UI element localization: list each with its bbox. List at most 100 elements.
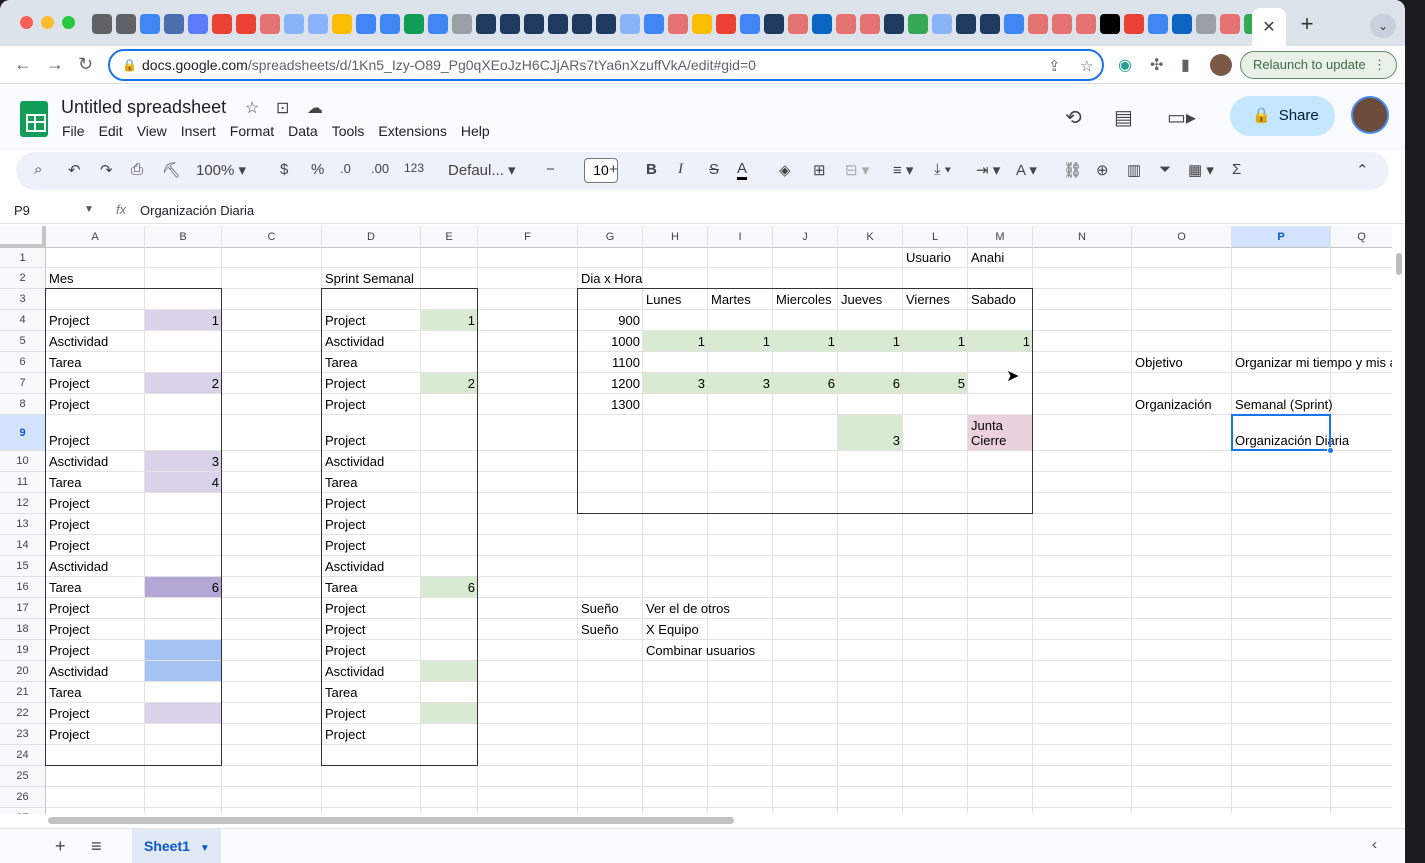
horizontal-scrollbar[interactable] — [48, 817, 734, 824]
star-icon[interactable]: ☆ — [245, 98, 259, 118]
browser-tab-favicon-icon[interactable] — [596, 14, 616, 34]
currency-format-button[interactable]: $ — [280, 161, 288, 178]
sheets-logo-icon[interactable] — [20, 101, 48, 137]
document-title[interactable]: Untitled spreadsheet — [61, 97, 226, 118]
row-header-21[interactable]: 21 — [0, 682, 46, 703]
row-header-3[interactable]: 3 — [0, 289, 46, 310]
browser-tab-favicon-icon[interactable] — [452, 14, 472, 34]
browser-tab-favicon-icon[interactable] — [164, 14, 184, 34]
browser-tab-favicon-icon[interactable] — [92, 14, 112, 34]
menu-file[interactable]: File — [62, 123, 85, 139]
browser-tab-favicon-icon[interactable] — [428, 14, 448, 34]
bookmark-star-icon[interactable]: ☆ — [1080, 57, 1093, 75]
italic-icon[interactable]: I — [678, 161, 683, 178]
column-header-f[interactable]: F — [478, 226, 578, 248]
insert-link-icon[interactable]: ⛓ — [1063, 161, 1082, 179]
add-sheet-icon[interactable]: + — [55, 836, 66, 857]
share-page-icon[interactable]: ⇪ — [1048, 57, 1061, 75]
browser-tab-favicon-icon[interactable] — [620, 14, 640, 34]
spreadsheet-grid[interactable]: A B C D E F G H I J K L M N O P Q 1 2 3 4 5 6 7 8 9 10 11 12 13 14 15 16… — [0, 226, 1392, 814]
column-header-o[interactable]: O — [1132, 226, 1232, 248]
browser-tab-favicon-icon[interactable] — [236, 14, 256, 34]
forward-arrow-icon[interactable]: → — [46, 54, 64, 75]
column-header-e[interactable]: E — [421, 226, 478, 248]
borders-icon[interactable]: ⊞ — [813, 161, 826, 179]
cell-h17[interactable]: Ver el de otros — [643, 601, 733, 616]
row-header-7[interactable]: 7 — [0, 373, 46, 394]
browser-tab-favicon-icon[interactable] — [212, 14, 232, 34]
column-header-n[interactable]: N — [1033, 226, 1132, 248]
row-header-5[interactable]: 5 — [0, 331, 46, 352]
browser-tab-favicon-icon[interactable] — [116, 14, 136, 34]
browser-tab-favicon-icon[interactable] — [1076, 14, 1096, 34]
row-header-8[interactable]: 8 — [0, 394, 46, 415]
select-all-corner[interactable] — [0, 226, 46, 248]
cell-g18[interactable]: Sueño — [578, 622, 622, 637]
undo-icon[interactable]: ↶ — [68, 161, 81, 179]
cell-g2[interactable]: Dia x Hora — [578, 271, 645, 286]
browser-tab-favicon-icon[interactable] — [836, 14, 856, 34]
cell-d2[interactable]: Sprint Semanal — [322, 271, 417, 286]
browser-tab-favicon-icon[interactable] — [380, 14, 400, 34]
browser-tab-favicon-icon[interactable] — [356, 14, 376, 34]
row-header-23[interactable]: 23 — [0, 724, 46, 745]
column-header-c[interactable]: C — [222, 226, 322, 248]
row-header-1[interactable]: 1 — [0, 248, 46, 268]
maximize-window-button[interactable] — [62, 16, 75, 29]
more-formats-button[interactable]: 123 — [404, 161, 424, 175]
menu-format[interactable]: Format — [230, 123, 274, 139]
redo-icon[interactable]: ↷ — [100, 161, 113, 179]
browser-tab-favicon-icon[interactable] — [884, 14, 904, 34]
name-box[interactable]: P9 — [14, 203, 30, 218]
cell-m1[interactable]: Anahi — [968, 250, 1007, 265]
browser-tab-favicon-icon[interactable] — [644, 14, 664, 34]
text-rotation-icon[interactable]: A ▾ — [1016, 161, 1037, 179]
browser-tab-favicon-icon[interactable] — [140, 14, 160, 34]
all-sheets-icon[interactable]: ≡ — [91, 836, 102, 857]
browser-tab-favicon-icon[interactable] — [476, 14, 496, 34]
row-header-27[interactable]: 27 — [0, 808, 46, 814]
browser-tab-favicon-icon[interactable] — [1100, 14, 1120, 34]
increase-decimal-button[interactable]: .00 — [371, 161, 389, 176]
menu-help[interactable]: Help — [461, 123, 490, 139]
text-color-icon[interactable]: A — [737, 161, 748, 180]
menu-extensions[interactable]: Extensions — [378, 123, 446, 139]
row-header-13[interactable]: 13 — [0, 514, 46, 535]
cloud-status-icon[interactable]: ☁ — [307, 98, 323, 118]
paint-format-icon[interactable]: ⛏ — [162, 161, 181, 179]
puzzle-icon[interactable]: ✣ — [1150, 55, 1163, 75]
column-header-q[interactable]: Q — [1331, 226, 1392, 248]
cell-h18[interactable]: X Equipo — [643, 622, 702, 637]
vertical-align-icon[interactable]: ⤓ ▾ — [934, 161, 951, 178]
version-history-icon[interactable]: ⟲ — [1065, 105, 1082, 130]
insert-chart-icon[interactable]: ▥ — [1127, 161, 1141, 179]
browser-tab-favicon-icon[interactable] — [668, 14, 688, 34]
insert-comment-icon[interactable]: ⊕ — [1096, 161, 1109, 179]
cell-p8[interactable]: Semanal (Sprint) — [1232, 397, 1336, 412]
browser-tab-favicon-icon[interactable] — [284, 14, 304, 34]
functions-icon[interactable]: Σ — [1232, 161, 1241, 178]
minimize-window-button[interactable] — [41, 16, 54, 29]
row-header-19[interactable]: 19 — [0, 640, 46, 661]
merge-cells-icon[interactable]: ⊟ ▾ — [845, 161, 869, 179]
row-header-20[interactable]: 20 — [0, 661, 46, 682]
decrease-font-size-icon[interactable]: − — [546, 161, 555, 178]
browser-tab-favicon-icon[interactable] — [1028, 14, 1048, 34]
strikethrough-icon[interactable]: S — [709, 161, 719, 178]
column-header-i[interactable]: I — [708, 226, 773, 248]
decrease-decimal-button[interactable]: .0 — [340, 161, 351, 176]
relaunch-button[interactable]: Relaunch to update ⋮ — [1240, 51, 1397, 79]
name-box-dropdown-icon[interactable]: ▼ — [84, 204, 94, 215]
browser-tab-favicon-icon[interactable] — [956, 14, 976, 34]
browser-tab-favicon-icon[interactable] — [932, 14, 952, 34]
column-header-l[interactable]: L — [903, 226, 968, 248]
close-window-button[interactable] — [20, 16, 33, 29]
extension-icon[interactable]: ◉ — [1118, 55, 1132, 75]
browser-tab-favicon-icon[interactable] — [1004, 14, 1024, 34]
menu-data[interactable]: Data — [288, 123, 318, 139]
profile-avatar[interactable] — [1210, 54, 1232, 76]
browser-tab-favicon-icon[interactable] — [188, 14, 208, 34]
meet-video-icon[interactable]: ▭▸ — [1167, 105, 1196, 130]
browser-tab-favicon-icon[interactable] — [524, 14, 544, 34]
column-header-a[interactable]: A — [46, 226, 145, 248]
